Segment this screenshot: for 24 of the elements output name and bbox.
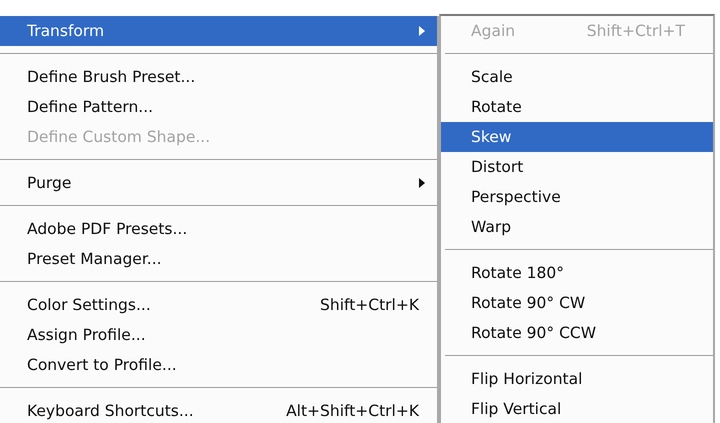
menu-item[interactable]: Rotate 90° CCW xyxy=(441,318,713,348)
menu-item[interactable]: Define Brush Preset... xyxy=(0,62,437,92)
menu-item[interactable]: Preset Manager... xyxy=(0,244,437,274)
shortcut-text: Alt+Shift+Ctrl+K xyxy=(286,402,419,420)
menu-item[interactable]: Distort xyxy=(441,152,713,182)
menu-item[interactable]: Scale xyxy=(441,62,713,92)
shortcut-text: Shift+Ctrl+T xyxy=(586,22,685,40)
menu-item[interactable]: Assign Profile... xyxy=(0,320,437,350)
menu-item[interactable]: Color Settings... Shift+Ctrl+K xyxy=(0,290,437,320)
menu-item[interactable]: Flip Vertical xyxy=(441,394,713,423)
menu-item[interactable]: Skew xyxy=(441,122,713,152)
menu-item[interactable]: Transform xyxy=(0,16,437,46)
menu-item[interactable]: Rotate 180° xyxy=(441,258,713,288)
menu-item[interactable]: Define Pattern... xyxy=(0,92,437,122)
menu-item[interactable]: Keyboard Shortcuts... Alt+Shift+Ctrl+K xyxy=(0,396,437,423)
menu-item[interactable]: Adobe PDF Presets... xyxy=(0,214,437,244)
menu-item[interactable]: Perspective xyxy=(441,182,713,212)
menu-item[interactable]: Warp xyxy=(441,212,713,242)
menu-item[interactable]: Rotate 90° CW xyxy=(441,288,713,318)
menu-item[interactable]: Convert to Profile... xyxy=(0,350,437,380)
shortcut-text: Shift+Ctrl+K xyxy=(320,296,419,314)
menu-item[interactable]: Purge xyxy=(0,168,437,198)
menu-item[interactable]: Flip Horizontal xyxy=(441,364,713,394)
menu-item[interactable]: Rotate xyxy=(441,92,713,122)
